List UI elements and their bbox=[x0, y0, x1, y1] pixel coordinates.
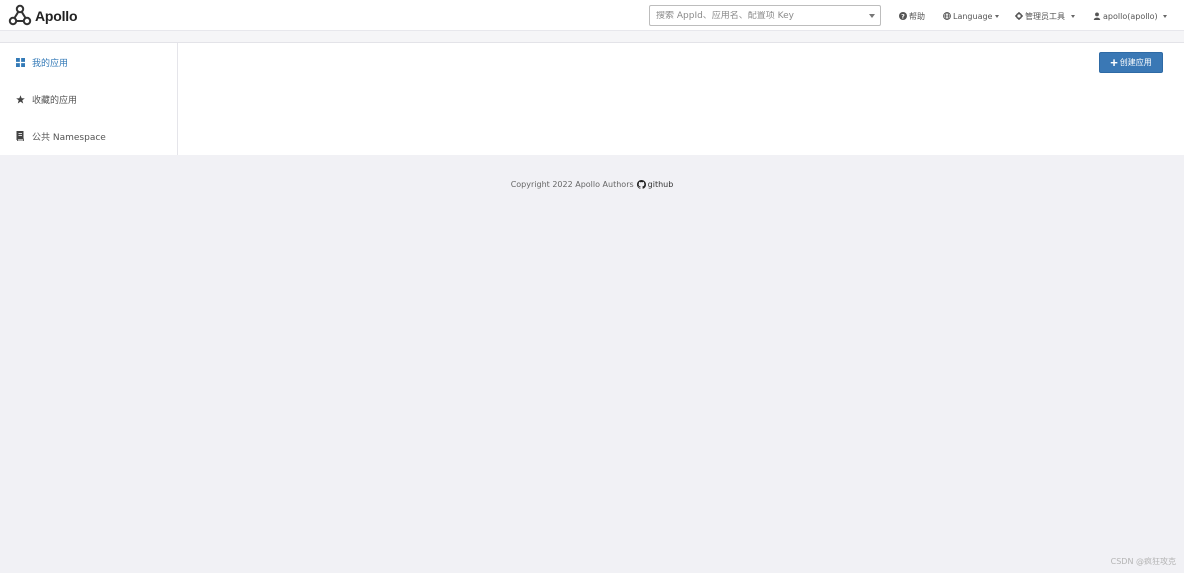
search-box[interactable] bbox=[649, 5, 881, 26]
sidebar-item-favorites[interactable]: 收藏的应用 bbox=[15, 92, 77, 106]
caret-down-icon bbox=[1071, 14, 1075, 18]
nav-user-label: apollo(apollo) bbox=[1103, 11, 1158, 21]
user-icon bbox=[1093, 12, 1101, 20]
watermark: CSDN @疯狂攻克 bbox=[1110, 557, 1176, 566]
nav-admin-tools-label: 管理员工具 bbox=[1025, 11, 1065, 21]
sidebar-item-label: 公共 Namespace bbox=[32, 132, 106, 143]
question-circle-icon: ? bbox=[899, 12, 907, 20]
plus-icon: + bbox=[1110, 55, 1118, 70]
sidebar-item-label: 收藏的应用 bbox=[32, 95, 78, 106]
top-navbar: Apollo ? 帮助 Language 管理员工具 apollo(apollo… bbox=[0, 0, 1184, 31]
create-app-label: 创建应用 bbox=[1119, 58, 1152, 67]
apollo-logo-icon bbox=[8, 4, 32, 26]
chevron-down-icon[interactable] bbox=[869, 13, 875, 18]
brand-logo[interactable]: Apollo bbox=[8, 4, 78, 28]
github-link[interactable]: github bbox=[636, 180, 674, 189]
gear-icon bbox=[1015, 12, 1023, 20]
caret-down-icon bbox=[995, 14, 1000, 18]
nav-help[interactable]: ? 帮助 bbox=[899, 10, 925, 22]
caret-down-icon bbox=[1162, 14, 1167, 18]
sidebar-item-my-apps[interactable]: 我的应用 bbox=[15, 55, 68, 69]
footer-copyright: Copyright 2022 Apollo Authors bbox=[510, 180, 634, 189]
sidebar: 我的应用 收藏的应用 公共 Namespace bbox=[0, 43, 178, 155]
svg-text:?: ? bbox=[901, 12, 905, 20]
github-label: github bbox=[647, 180, 674, 189]
nav-language[interactable]: Language bbox=[943, 10, 1000, 22]
nav-language-label: Language bbox=[953, 11, 993, 21]
sidebar-item-label: 我的应用 bbox=[32, 58, 69, 69]
nav-user-menu[interactable]: apollo(apollo) bbox=[1093, 10, 1167, 22]
brand-name: Apollo bbox=[35, 8, 78, 24]
create-app-button[interactable]: + 创建应用 bbox=[1099, 52, 1163, 73]
grid-icon bbox=[15, 57, 25, 67]
header-divider-strip bbox=[0, 31, 1184, 43]
nav-admin-tools[interactable]: 管理员工具 bbox=[1015, 10, 1075, 22]
book-icon bbox=[15, 131, 25, 141]
search-input[interactable] bbox=[656, 10, 869, 21]
globe-icon bbox=[943, 12, 951, 20]
main-panel: 我的应用 收藏的应用 公共 Namespace + 创建应用 bbox=[0, 43, 1184, 155]
github-icon bbox=[636, 180, 646, 189]
star-icon bbox=[15, 94, 25, 104]
footer: Copyright 2022 Apollo Authors github bbox=[0, 180, 1184, 189]
sidebar-item-public-namespace[interactable]: 公共 Namespace bbox=[15, 129, 106, 143]
nav-help-label: 帮助 bbox=[909, 11, 925, 21]
